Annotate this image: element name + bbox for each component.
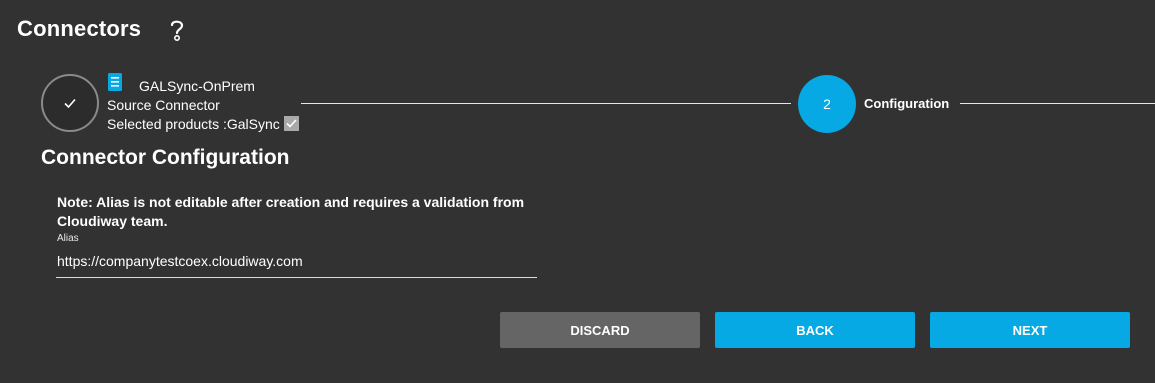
document-icon	[108, 73, 122, 91]
alias-note: Note: Alias is not editable after creati…	[57, 194, 525, 229]
step-2-number: 2	[823, 96, 831, 112]
step-1-connector-type: Source Connector	[107, 97, 220, 113]
back-button[interactable]: BACK	[715, 312, 915, 348]
step-2-label: Configuration	[864, 96, 950, 111]
page-title: Connectors	[17, 16, 142, 41]
step-1-selected-products: Selected products :GalSync	[107, 116, 299, 132]
section-title: Connector Configuration	[41, 146, 290, 169]
step-2-indicator[interactable]: 2	[798, 75, 856, 133]
discard-button[interactable]: DISCARD	[500, 312, 700, 348]
alias-label: Alias	[57, 233, 79, 244]
alias-input[interactable]	[56, 250, 537, 278]
step-1-connector-name: GALSync-OnPrem	[139, 78, 255, 94]
step-1-indicator[interactable]	[41, 74, 99, 132]
stepper-connector-line-end	[960, 103, 1155, 104]
next-button[interactable]: NEXT	[930, 312, 1130, 348]
selected-products-text: Selected products :GalSync	[107, 116, 280, 132]
product-checkbox[interactable]	[283, 116, 299, 131]
connectors-page: Connectors GALSync-OnPrem Source Connect…	[0, 0, 1155, 383]
stepper-connector-line	[301, 103, 791, 104]
check-icon	[286, 119, 297, 128]
checkmark-icon	[64, 98, 76, 109]
question-mark-icon[interactable]	[166, 17, 188, 43]
